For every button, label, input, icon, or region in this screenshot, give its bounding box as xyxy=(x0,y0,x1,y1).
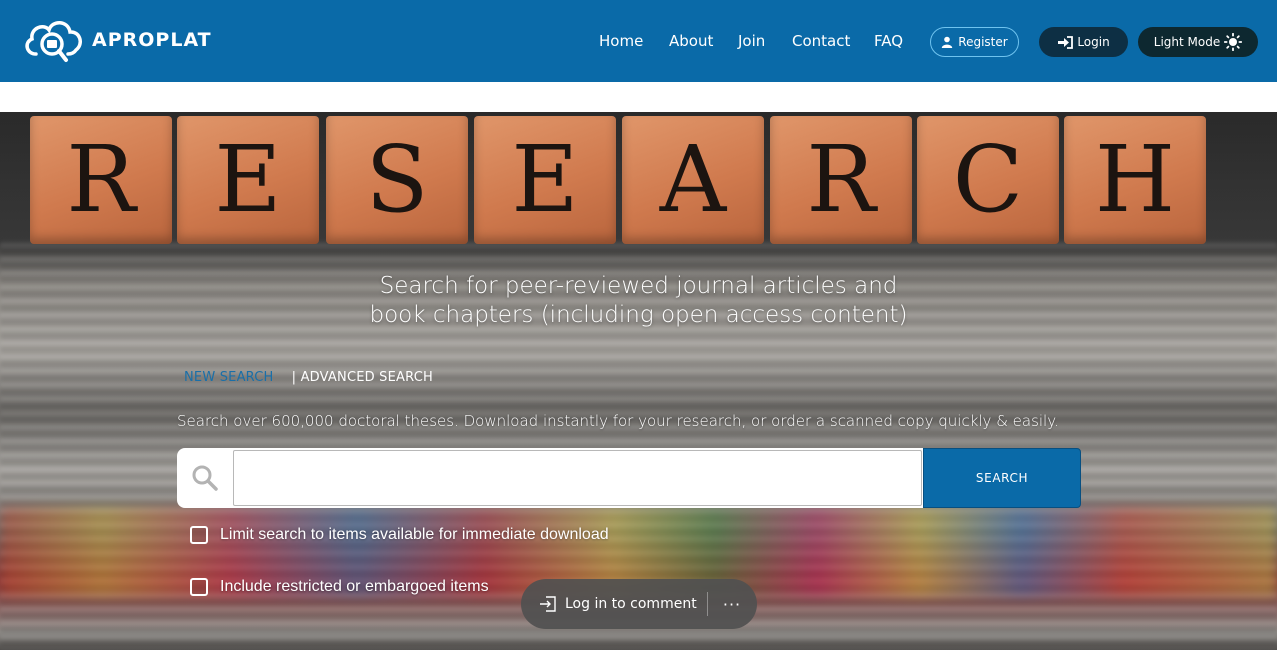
letter-tile: E xyxy=(474,116,616,244)
letter-tile: R xyxy=(30,116,172,244)
letter-tile: H xyxy=(1064,116,1206,244)
letter-tile: E xyxy=(177,116,319,244)
option-restricted-items-label: Include restricted or embargoed items xyxy=(220,578,489,595)
letter-tile: R xyxy=(770,116,912,244)
letter-tile: S xyxy=(326,116,468,244)
tab-advanced-search[interactable]: | ADVANCED SEARCH xyxy=(292,370,433,385)
nav-contact[interactable]: Contact xyxy=(792,32,850,50)
nav-home[interactable]: Home xyxy=(599,32,643,50)
nav-join[interactable]: Join xyxy=(738,32,765,50)
log-in-icon xyxy=(540,596,556,612)
login-button[interactable]: Login xyxy=(1039,27,1128,57)
hero-banner: R E S E A R C H Search for peer-reviewed… xyxy=(0,112,1277,650)
tab-new-search[interactable]: NEW SEARCH xyxy=(184,370,274,385)
log-in-to-comment-label: Log in to comment xyxy=(565,596,697,612)
comment-bar: Log in to comment ··· xyxy=(521,579,757,629)
sun-icon xyxy=(1224,33,1243,51)
user-icon xyxy=(942,36,953,48)
top-navbar: APROPLAT Home About Join Contact FAQ Reg… xyxy=(0,0,1277,82)
letter-tile: C xyxy=(917,116,1059,244)
search-input[interactable] xyxy=(233,450,922,506)
nav-faq[interactable]: FAQ xyxy=(874,32,903,50)
option-immediate-download[interactable]: Limit search to items available for imme… xyxy=(190,526,609,544)
cloud-search-logo-icon xyxy=(25,21,82,62)
register-label: Register xyxy=(958,35,1008,49)
brand-logo[interactable]: APROPLAT xyxy=(22,14,222,66)
sign-in-icon xyxy=(1058,35,1074,49)
register-button[interactable]: Register xyxy=(930,27,1019,57)
search-button[interactable]: SEARCH xyxy=(923,448,1081,508)
login-label: Login xyxy=(1077,35,1110,49)
option-immediate-download-label: Limit search to items available for imme… xyxy=(220,526,609,543)
search-tabs: NEW SEARCH | ADVANCED SEARCH xyxy=(184,370,433,385)
hero-title: Search for peer-reviewed journal article… xyxy=(300,272,977,330)
search-icon xyxy=(192,465,218,491)
more-options-button[interactable]: ··· xyxy=(708,595,756,614)
research-letter-tiles: R E S E A R C H xyxy=(30,116,1230,246)
option-restricted-items[interactable]: Include restricted or embargoed items xyxy=(190,578,489,596)
theme-toggle-button[interactable]: Light Mode xyxy=(1138,27,1258,57)
brand-name: APROPLAT xyxy=(92,29,212,51)
search-bar: SEARCH xyxy=(177,448,1081,508)
log-in-to-comment-button[interactable]: Log in to comment xyxy=(521,596,707,612)
theme-mode-label: Light Mode xyxy=(1153,35,1221,49)
nav-about[interactable]: About xyxy=(669,32,713,50)
checkbox-restricted-items[interactable] xyxy=(190,578,208,596)
hero-title-line-1: Search for peer-reviewed journal article… xyxy=(379,273,898,299)
checkbox-immediate-download[interactable] xyxy=(190,526,208,544)
hero-title-line-2: book chapters (including open access con… xyxy=(369,302,908,328)
letter-tile: A xyxy=(622,116,764,244)
search-intro-text: Search over 600,000 doctoral theses. Dow… xyxy=(177,412,1059,430)
